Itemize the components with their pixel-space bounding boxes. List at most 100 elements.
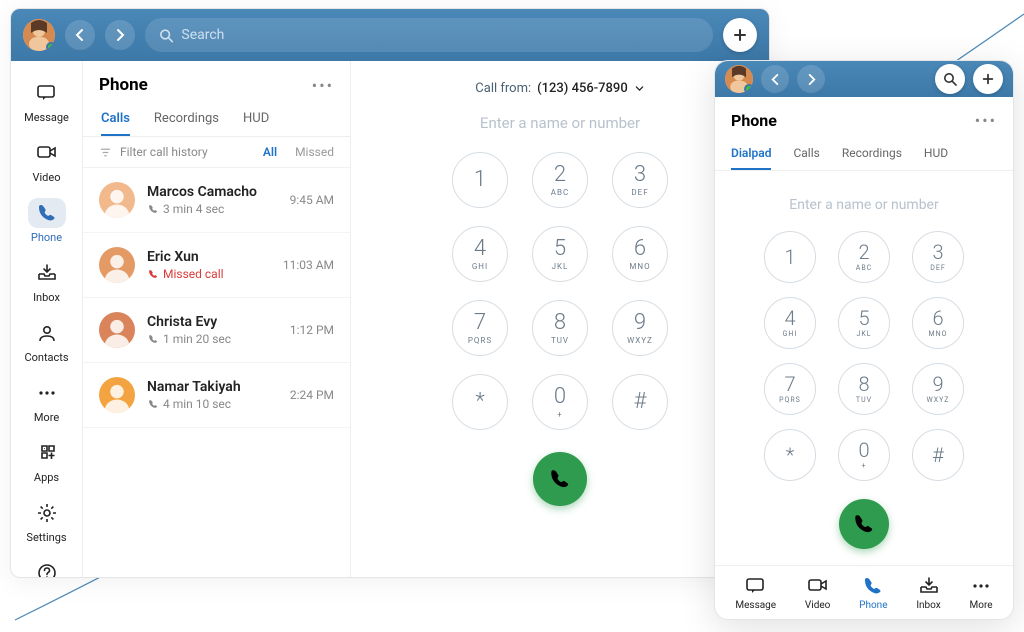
dialpad-key[interactable]: 2ABC bbox=[838, 231, 890, 283]
tab-recordings[interactable]: Recordings bbox=[154, 103, 219, 136]
nav-video[interactable]: Video bbox=[805, 575, 830, 611]
dialpad-key[interactable]: 0+ bbox=[532, 374, 588, 430]
dialpad-key[interactable]: 8TUV bbox=[838, 363, 890, 415]
message-icon bbox=[36, 82, 58, 104]
number-input[interactable]: Enter a name or number bbox=[789, 197, 938, 213]
tab-hud[interactable]: HUD bbox=[924, 138, 948, 170]
contact-avatar bbox=[99, 312, 135, 348]
dialpad-key[interactable]: 3DEF bbox=[612, 152, 668, 208]
sidebar-item-message[interactable]: Message bbox=[11, 71, 82, 131]
dialpad-key[interactable]: # bbox=[912, 429, 964, 481]
dialpad-key[interactable]: 2ABC bbox=[532, 152, 588, 208]
dialpad-key[interactable]: 6MNO bbox=[612, 226, 668, 282]
dialpad-key[interactable]: 1 bbox=[452, 152, 508, 208]
tab-hud[interactable]: HUD bbox=[243, 103, 269, 136]
tab-dialpad[interactable]: Dialpad bbox=[731, 138, 771, 170]
user-avatar[interactable] bbox=[23, 19, 55, 51]
call-small-icon bbox=[147, 268, 159, 280]
dialpad-key[interactable]: 3DEF bbox=[912, 231, 964, 283]
dialpad-key[interactable]: # bbox=[612, 374, 668, 430]
sidebar-item-help[interactable]: Help bbox=[11, 551, 82, 578]
dialpad-key[interactable]: * bbox=[452, 374, 508, 430]
more-icon bbox=[36, 382, 58, 404]
nav-forward-button[interactable] bbox=[797, 65, 825, 93]
apps-icon bbox=[36, 442, 58, 464]
sidebar-item-phone[interactable]: Phone bbox=[11, 191, 82, 251]
dialpad-key[interactable]: 9WXYZ bbox=[612, 300, 668, 356]
sidebar-label: Contacts bbox=[24, 351, 68, 364]
call-detail: 3 min 4 sec bbox=[147, 202, 278, 216]
dialpad-key[interactable]: 9WXYZ bbox=[912, 363, 964, 415]
dialpad-key[interactable]: 5JKL bbox=[838, 297, 890, 349]
search-input[interactable] bbox=[181, 27, 699, 43]
sidebar-item-video[interactable]: Video bbox=[11, 131, 82, 191]
dialpad-key[interactable]: 5JKL bbox=[532, 226, 588, 282]
presence-indicator bbox=[46, 42, 55, 51]
tab-calls[interactable]: Calls bbox=[793, 138, 819, 170]
dialpad-key[interactable]: 4GHI bbox=[764, 297, 816, 349]
nav-phone[interactable]: Phone bbox=[859, 575, 887, 611]
nav-message[interactable]: Message bbox=[735, 575, 776, 611]
dialpad-key[interactable]: 4GHI bbox=[452, 226, 508, 282]
dial-button[interactable] bbox=[533, 452, 587, 506]
mobile-keypad: 1 2ABC 3DEF 4GHI 5JKL 6MNO 7PQRS 8TUV 9WXYZ * 0+ # bbox=[764, 231, 964, 481]
dialpad-keypad: 1 2ABC 3DEF 4GHI 5JKL 6MNO 7PQRS 8TUV 9WXYZ * 0+ # bbox=[452, 152, 668, 430]
call-row[interactable]: Christa Evy1 min 20 sec1:12 PM bbox=[83, 298, 350, 363]
nav-more[interactable]: More bbox=[970, 575, 993, 611]
tab-calls[interactable]: Calls bbox=[101, 103, 130, 136]
contact-avatar bbox=[99, 182, 135, 218]
sidebar-item-apps[interactable]: Apps bbox=[11, 431, 82, 491]
nav-label: Message bbox=[735, 600, 776, 611]
mobile-dialpad-area: Enter a name or number 1 2ABC 3DEF 4GHI 5JKL… bbox=[715, 171, 1013, 565]
call-detail: 1 min 20 sec bbox=[147, 332, 278, 346]
number-input[interactable]: Enter a name or number bbox=[480, 114, 640, 132]
sidebar-item-contacts[interactable]: Contacts bbox=[11, 311, 82, 371]
sidebar-item-more[interactable]: More bbox=[11, 371, 82, 431]
dialpad-key[interactable]: 7PQRS bbox=[764, 363, 816, 415]
search-button[interactable] bbox=[935, 64, 965, 94]
filter-missed[interactable]: Missed bbox=[295, 145, 334, 159]
mobile-tabs: Dialpad Calls Recordings HUD bbox=[715, 134, 1013, 171]
call-row[interactable]: Marcos Camacho3 min 4 sec9:45 AM bbox=[83, 168, 350, 233]
inbox-icon bbox=[36, 262, 58, 284]
new-action-button[interactable] bbox=[973, 64, 1003, 94]
mobile-bottom-nav: Message Video Phone Inbox More bbox=[715, 565, 1013, 619]
nav-back-button[interactable] bbox=[65, 20, 95, 50]
dialpad-key[interactable]: * bbox=[764, 429, 816, 481]
dialpad-key[interactable]: 1 bbox=[764, 231, 816, 283]
tabs: Calls Recordings HUD bbox=[83, 99, 350, 137]
search-field[interactable] bbox=[145, 18, 713, 52]
nav-label: More bbox=[970, 600, 993, 611]
sidebar-item-settings[interactable]: Settings bbox=[11, 491, 82, 551]
call-row[interactable]: Eric XunMissed call11:03 AM bbox=[83, 233, 350, 298]
contact-name: Namar Takiyah bbox=[147, 379, 278, 395]
filter-input[interactable]: Filter call history bbox=[120, 145, 208, 159]
call-from-label: Call from: bbox=[475, 81, 531, 96]
nav-back-button[interactable] bbox=[761, 65, 789, 93]
dialpad-key[interactable]: 6MNO bbox=[912, 297, 964, 349]
call-row[interactable]: Namar Takiyah4 min 10 sec2:24 PM bbox=[83, 363, 350, 428]
user-avatar[interactable] bbox=[725, 65, 753, 93]
dialpad-key[interactable]: 8TUV bbox=[532, 300, 588, 356]
call-time: 9:45 AM bbox=[290, 193, 334, 207]
titlebar bbox=[11, 9, 769, 61]
new-action-button[interactable] bbox=[723, 18, 757, 52]
help-icon bbox=[36, 562, 58, 578]
tab-recordings[interactable]: Recordings bbox=[842, 138, 902, 170]
sidebar-item-inbox[interactable]: Inbox bbox=[11, 251, 82, 311]
dialpad-area: Call from: (123) 456-7890 Enter a name o… bbox=[351, 61, 769, 577]
nav-inbox[interactable]: Inbox bbox=[916, 575, 940, 611]
mobile-title: Phone bbox=[731, 111, 777, 130]
desktop-window: Message Video Phone Inbox Contacts More bbox=[10, 8, 770, 578]
dialpad-key[interactable]: 0+ bbox=[838, 429, 890, 481]
filter-all[interactable]: All bbox=[263, 145, 277, 159]
panel-more-button[interactable]: ••• bbox=[312, 76, 334, 95]
dial-button[interactable] bbox=[839, 499, 889, 549]
sidebar-label: Apps bbox=[34, 471, 59, 484]
nav-forward-button[interactable] bbox=[105, 20, 135, 50]
presence-indicator bbox=[744, 84, 753, 93]
dialpad-key[interactable]: 7PQRS bbox=[452, 300, 508, 356]
call-time: 1:12 PM bbox=[290, 323, 334, 337]
mobile-more-button[interactable]: ••• bbox=[975, 111, 997, 130]
call-from-selector[interactable]: Call from: (123) 456-7890 bbox=[475, 81, 644, 96]
